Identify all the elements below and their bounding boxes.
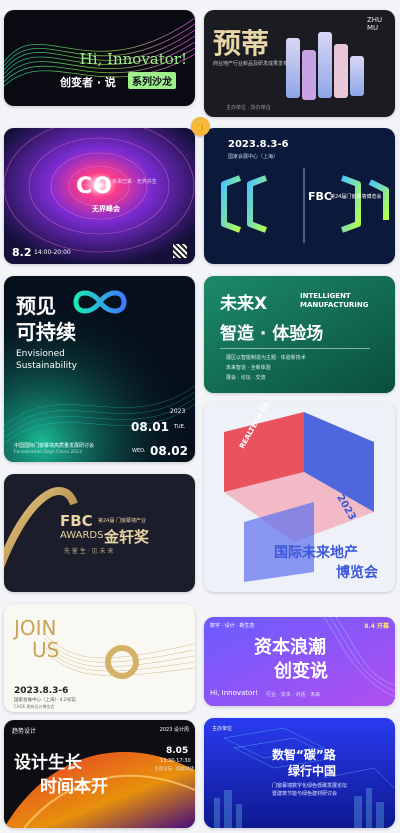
poster-card-digital-carbon[interactable]: 主办单位 数智“碳”路 绿行中国 门窗幕墙数字化绿色低碳发展论坛 暨建筑节能与绿…: [204, 718, 395, 828]
poster-card-co-summit[interactable]: CO 无界峰会 未来已来 · 无界共生 8.2 14:00-20:00: [4, 128, 195, 264]
title-cn: 第24届门窗幕墙博览会: [330, 194, 382, 200]
brand: FBC: [60, 512, 93, 530]
tag-cn: 系列沙龙: [128, 72, 176, 89]
title-en-a: INTELLIGENT: [300, 292, 351, 300]
poster-card-intelligent-manufacturing[interactable]: 未来X INTELLIGENT MANUFACTURING 智造 · 体验场 展…: [204, 276, 395, 393]
en-line2: Sustainability: [16, 361, 77, 371]
note: 主题论坛 · 圆桌对话: [154, 767, 195, 772]
sub2: 暨建筑节能与绿色建材研讨会: [272, 791, 338, 797]
title-cn-b: 智造 · 体验场: [220, 324, 324, 344]
footer: CADE 建筑设计博览会: [14, 704, 55, 709]
year: 2023: [170, 408, 186, 415]
title-line1: 国际未来地产: [274, 545, 358, 561]
title-en-b: MANUFACTURING: [300, 301, 369, 309]
divider: [220, 348, 370, 349]
subtitle-cn: 创变者 · 说: [60, 76, 116, 89]
title-en: Hi, Innovator!: [79, 50, 187, 68]
venue: 国家会展中心（上海）· 4.2号馆: [14, 698, 76, 703]
sub2: 主办单位 · 协办单位: [226, 105, 271, 111]
date2-day: WED.: [132, 448, 146, 454]
title-line2: 可持续: [16, 320, 76, 344]
poster-card-join-us[interactable]: JOIN US 2023.8.3-6 国家会展中心（上海）· 4.2号馆 CAD…: [4, 604, 195, 712]
date: 8.2: [12, 246, 32, 259]
date1: 08.01: [131, 420, 169, 434]
title-cn: 预蒂: [213, 27, 270, 60]
headline-line2: 创变说: [274, 661, 328, 682]
thumb-icon[interactable]: 👍: [191, 117, 210, 136]
time: 14:00-20:00: [34, 249, 71, 256]
line1: AWARDS: [60, 530, 104, 541]
sub: 行业 · 资本 · 对话 · 未来: [266, 692, 321, 698]
title-line2: 博览会: [336, 565, 378, 581]
time: 13:30-17:30: [160, 758, 191, 764]
tag: 8.4 开幕: [364, 623, 389, 630]
venue: 国家会展中心（上海）: [228, 154, 279, 160]
title-cn: 金轩奖: [104, 528, 150, 546]
title-line1: 预见: [16, 294, 56, 318]
poster-card-capital-wave[interactable]: 数字 · 设计 · 新生态 8.4 开幕 资本浪潮 创变说 Hi, Innova…: [204, 617, 395, 706]
brand: 趋势设计: [12, 728, 37, 735]
join-line2: US: [32, 638, 60, 662]
hi-innovator: Hi, Innovator!: [210, 689, 259, 697]
item3: 展会 · 论坛 · 交流: [226, 375, 266, 381]
headline-line1: 数智“碳”路: [272, 748, 336, 762]
item1: 展区以智能制造为主题 · 体验新技术: [226, 355, 306, 361]
date2: 08.02: [150, 444, 188, 458]
prefix: FBC: [308, 190, 332, 203]
date1-day: TUE.: [174, 424, 186, 430]
tag: 2023 设计周: [159, 727, 189, 733]
headline-line2: 时间本开: [40, 777, 108, 797]
poster-card-sustainability[interactable]: 预见 可持续 Envisioned Sustainability 2023 08…: [4, 276, 195, 462]
headline-line1: 设计生长: [14, 753, 82, 773]
poster-card-fbc-awards[interactable]: FBC 第24届 门窗幕墙产业 AWARDS 金轩奖 先 鉴 生 · 见 未 来: [4, 474, 195, 592]
headline-line2: 绿行中国: [288, 764, 337, 778]
poster-card-zhumu[interactable]: 预蒂 ZHU MU 商业地产行业新品及研发成果发布会 主办单位 · 协办单位: [204, 10, 395, 117]
date: 2023.8.3-6: [14, 686, 69, 696]
logo: CO: [76, 174, 113, 199]
sub1: 商业地产行业新品及研发成果发布会: [213, 61, 294, 67]
join-line1: JOIN: [14, 616, 57, 640]
tag-right: 未来已来 · 无界共生: [112, 179, 157, 185]
sub1: 门窗幕墙数字化绿色低碳发展论坛: [272, 783, 348, 789]
corner-en: ZHU MU: [367, 16, 383, 32]
date: 8.05: [166, 746, 189, 756]
poster-card-design-growth[interactable]: 趋势设计 2023 设计周 设计生长 时间本开 8.05 13:30-17:30…: [4, 720, 195, 828]
line2: 第24届 门窗幕墙产业: [98, 518, 146, 524]
title-cn-a: 未来X: [220, 294, 268, 314]
sub-cn: 先 鉴 生 · 见 未 来: [64, 548, 114, 555]
qr-code: [173, 244, 187, 258]
date: 2023.8.3-6: [228, 139, 289, 150]
event-cn: 中国国际门窗幕墙高质量发展研讨会: [14, 443, 95, 449]
headline-line1: 资本浪潮: [254, 637, 326, 658]
header: 数字 · 设计 · 新生态: [210, 623, 255, 629]
item2: 未来智造 · 全新体验: [226, 365, 271, 371]
poster-card-realtech-expo[interactable]: REALTECH EXPO 2023 国际未来地产 博览会: [204, 402, 395, 592]
en-line1: Envisioned: [16, 349, 65, 359]
caption-cn: 无界峰会: [92, 205, 120, 213]
poster-card-innovator-salon[interactable]: Hi, Innovator! 创变者 · 说 系列沙龙: [4, 10, 195, 106]
org: 主办单位: [212, 726, 233, 732]
poster-card-fbc-expo[interactable]: 2023.8.3-6 国家会展中心（上海） FBC 第24届门窗幕墙博览会: [204, 128, 395, 264]
event-en: Fenestration Days China 2023: [14, 450, 82, 455]
